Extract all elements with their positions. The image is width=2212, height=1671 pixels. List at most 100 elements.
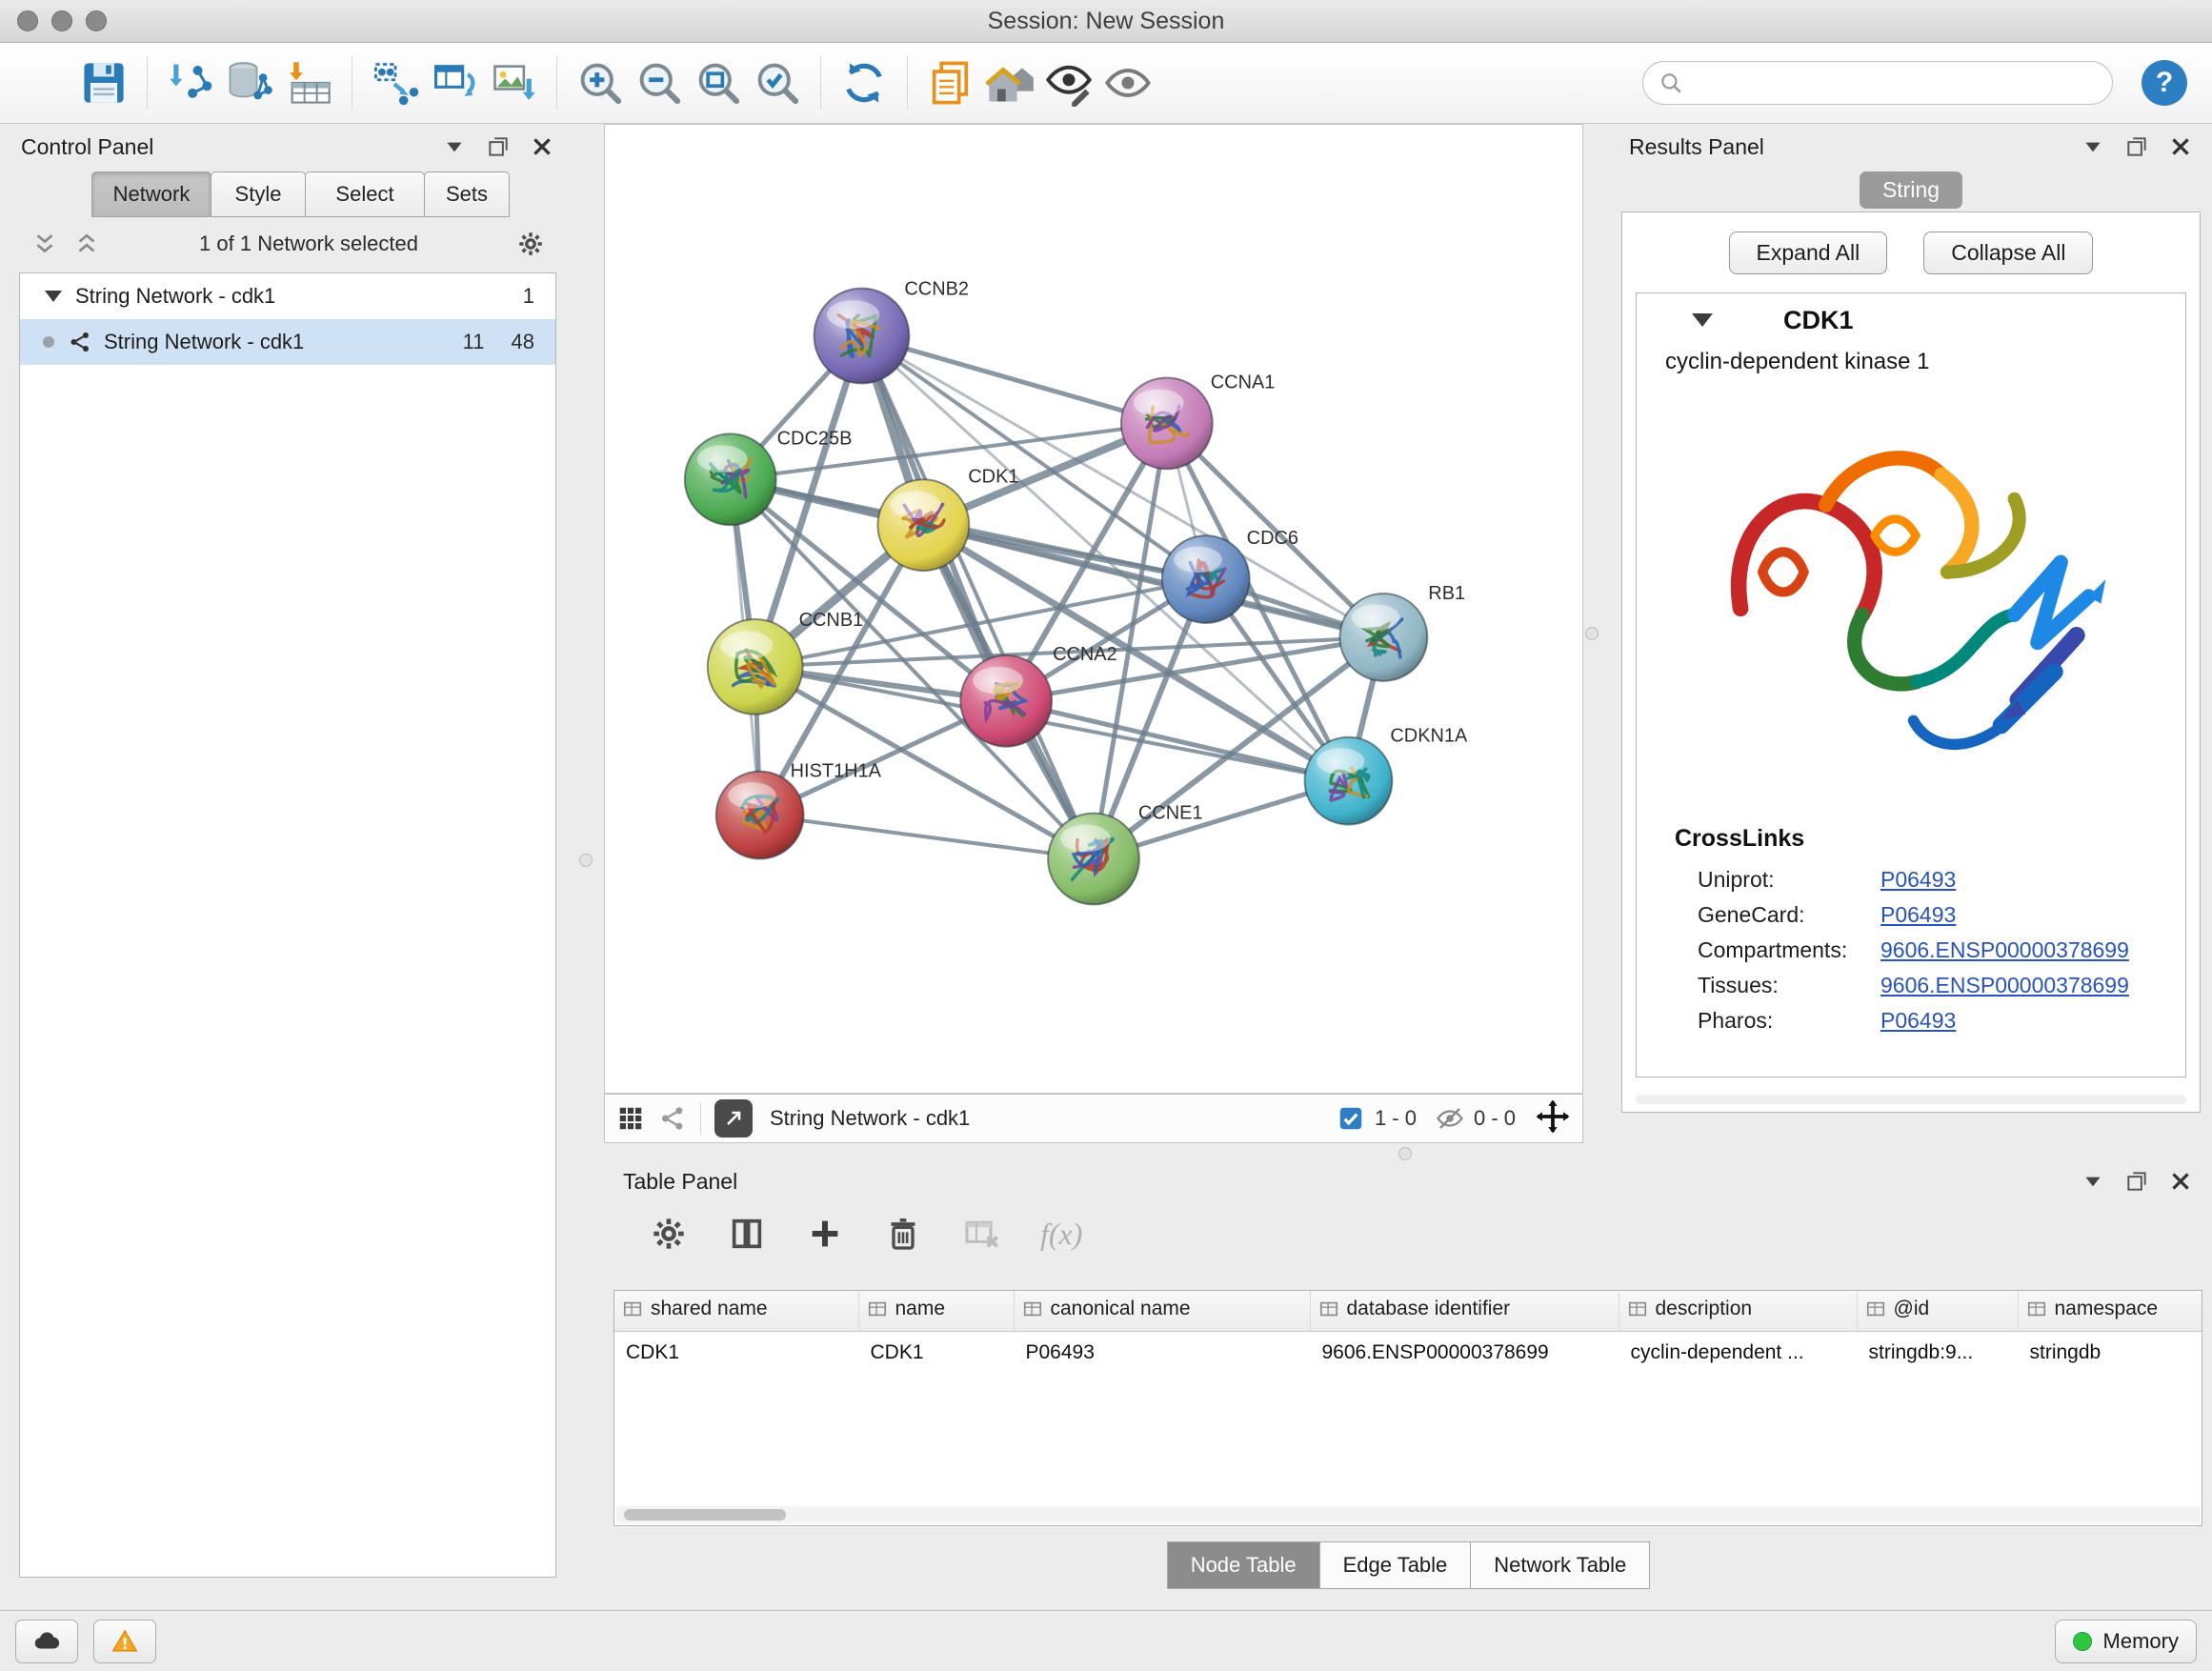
right-splitter-handle[interactable] xyxy=(1585,627,1599,640)
grid-view-icon[interactable] xyxy=(616,1104,645,1133)
import-network-database-button[interactable] xyxy=(220,52,279,113)
table-options-gear-icon[interactable] xyxy=(650,1215,688,1253)
close-panel-icon[interactable] xyxy=(530,134,554,159)
tab-network-table[interactable]: Network Table xyxy=(1470,1541,1650,1589)
compartments-link[interactable]: 9606.ENSP00000378699 xyxy=(1880,937,2129,963)
float-panel-icon[interactable] xyxy=(486,134,511,159)
node-CCNE1[interactable] xyxy=(1048,814,1139,905)
toggle-graphics-details-button[interactable] xyxy=(1098,52,1157,113)
collapse-panel-icon[interactable] xyxy=(442,134,467,159)
scrollbar-thumb[interactable] xyxy=(624,1509,786,1520)
delete-columns-trash-icon[interactable] xyxy=(884,1215,922,1253)
pharos-link[interactable]: P06493 xyxy=(1880,1008,1956,1034)
column-header-id[interactable]: @id xyxy=(1857,1291,2018,1332)
network-view-icon[interactable] xyxy=(658,1104,687,1133)
zoom-window-button[interactable] xyxy=(86,10,107,31)
expand-all-icon[interactable] xyxy=(72,230,101,258)
node-CCNA2[interactable] xyxy=(960,655,1052,747)
string-results-tab[interactable]: String xyxy=(1860,171,1962,209)
column-header-description[interactable]: description xyxy=(1619,1291,1857,1332)
tab-sets[interactable]: Sets xyxy=(424,171,510,217)
uniprot-link[interactable]: P06493 xyxy=(1880,867,1956,893)
import-network-file-button[interactable] xyxy=(161,52,220,113)
column-header-name[interactable]: name xyxy=(858,1291,1014,1332)
close-window-button[interactable] xyxy=(17,10,38,31)
zoom-fit-button[interactable] xyxy=(689,52,748,113)
cloud-button[interactable] xyxy=(15,1620,78,1663)
pan-tool-icon[interactable] xyxy=(1535,1098,1571,1139)
node-CCNB2[interactable] xyxy=(814,289,910,384)
entry-disclosure-icon[interactable] xyxy=(1692,313,1713,327)
tab-select[interactable]: Select xyxy=(305,171,425,217)
network-view-canvas[interactable]: CCNB2CCNA1CDC25BCDK1CDC6RB1CCNB1CCNA2CDK… xyxy=(604,124,1583,1094)
documents-button[interactable] xyxy=(921,52,980,113)
close-panel-icon[interactable] xyxy=(2168,1169,2193,1194)
node-CDC6[interactable] xyxy=(1162,535,1250,623)
node-CCNA1[interactable] xyxy=(1121,377,1213,469)
left-splitter-handle[interactable] xyxy=(579,854,593,867)
column-header-namespace[interactable]: namespace xyxy=(2018,1291,2202,1332)
column-header-canonical-name[interactable]: canonical name xyxy=(1014,1291,1310,1332)
node-RB1[interactable] xyxy=(1339,594,1427,681)
tissues-link[interactable]: 9606.ENSP00000378699 xyxy=(1880,973,2129,998)
tree-disclosure-icon[interactable] xyxy=(45,291,62,302)
node-HIST1H1A[interactable] xyxy=(716,772,804,859)
edge-HIST1H1A-CCNE1[interactable] xyxy=(760,815,1094,859)
node-CDK1[interactable] xyxy=(877,479,969,571)
column-header-shared-name[interactable]: shared name xyxy=(614,1291,858,1332)
node-CCNB1[interactable] xyxy=(708,619,803,715)
network-collection-row[interactable]: String Network - cdk1 1 xyxy=(20,273,555,319)
cell-database-identifier[interactable]: 9606.ENSP00000378699 xyxy=(1310,1332,1619,1375)
selected-checkbox-icon[interactable] xyxy=(1337,1104,1365,1133)
memory-button[interactable]: Memory xyxy=(2055,1620,2197,1663)
collapse-panel-icon[interactable] xyxy=(2081,134,2105,159)
apply-layout-button[interactable] xyxy=(835,52,894,113)
warnings-button[interactable] xyxy=(93,1620,156,1663)
network-row-selected[interactable]: String Network - cdk1 11 48 xyxy=(20,319,555,365)
edge-CCNA2-CDKN1A[interactable] xyxy=(1006,701,1348,781)
export-image-button[interactable] xyxy=(484,52,543,113)
network-graph[interactable]: CCNB2CCNA1CDC25BCDK1CDC6RB1CCNB1CCNA2CDK… xyxy=(605,125,1582,1093)
cell-canonical-name[interactable]: P06493 xyxy=(1014,1332,1310,1375)
show-columns-icon[interactable] xyxy=(728,1215,766,1253)
edge-CCNB2-CCNE1[interactable] xyxy=(861,336,1094,859)
table-horizontal-scrollbar[interactable] xyxy=(616,1506,2200,1523)
open-session-button[interactable] xyxy=(15,52,74,113)
collapse-all-icon[interactable] xyxy=(30,230,59,258)
save-session-button[interactable] xyxy=(74,52,133,113)
float-panel-icon[interactable] xyxy=(2124,1169,2149,1194)
cell-description[interactable]: cyclin-dependent ... xyxy=(1619,1332,1857,1375)
help-button[interactable]: ? xyxy=(2142,60,2187,106)
expand-all-button[interactable]: Expand All xyxy=(1729,232,1888,274)
toggle-annotations-button[interactable] xyxy=(1039,52,1098,113)
node-CDC25B[interactable] xyxy=(685,433,776,525)
search-input[interactable] xyxy=(1693,70,2097,96)
zoom-in-button[interactable] xyxy=(571,52,630,113)
birdseye-view-button[interactable] xyxy=(714,1099,753,1137)
cell-name[interactable]: CDK1 xyxy=(858,1332,1014,1375)
zoom-selected-button[interactable] xyxy=(748,52,807,113)
collapse-panel-icon[interactable] xyxy=(2081,1169,2105,1194)
network-options-gear-icon[interactable] xyxy=(516,230,545,258)
new-network-from-selection-button[interactable] xyxy=(366,52,425,113)
collapse-all-button[interactable]: Collapse All xyxy=(1923,232,2093,274)
cell-shared-name[interactable]: CDK1 xyxy=(614,1332,858,1375)
home-button[interactable] xyxy=(980,52,1039,113)
zoom-out-button[interactable] xyxy=(630,52,689,113)
cell-id[interactable]: stringdb:9... xyxy=(1857,1332,2018,1375)
minimize-window-button[interactable] xyxy=(51,10,72,31)
float-panel-icon[interactable] xyxy=(2124,134,2149,159)
bottom-splitter-handle[interactable] xyxy=(1398,1147,1412,1160)
create-column-icon[interactable] xyxy=(806,1215,844,1253)
tab-node-table[interactable]: Node Table xyxy=(1167,1541,1320,1589)
hidden-eye-slash-icon[interactable] xyxy=(1436,1104,1464,1133)
column-header-database-identifier[interactable]: database identifier xyxy=(1310,1291,1619,1332)
import-table-button[interactable] xyxy=(279,52,338,113)
tab-edge-table[interactable]: Edge Table xyxy=(1319,1541,1472,1589)
close-panel-icon[interactable] xyxy=(2168,134,2193,159)
node-CDKN1A[interactable] xyxy=(1305,737,1393,825)
genecard-link[interactable]: P06493 xyxy=(1880,902,1956,928)
clone-table-button[interactable] xyxy=(425,52,484,113)
cell-namespace[interactable]: stringdb xyxy=(2018,1332,2202,1375)
tab-network[interactable]: Network xyxy=(91,171,211,217)
